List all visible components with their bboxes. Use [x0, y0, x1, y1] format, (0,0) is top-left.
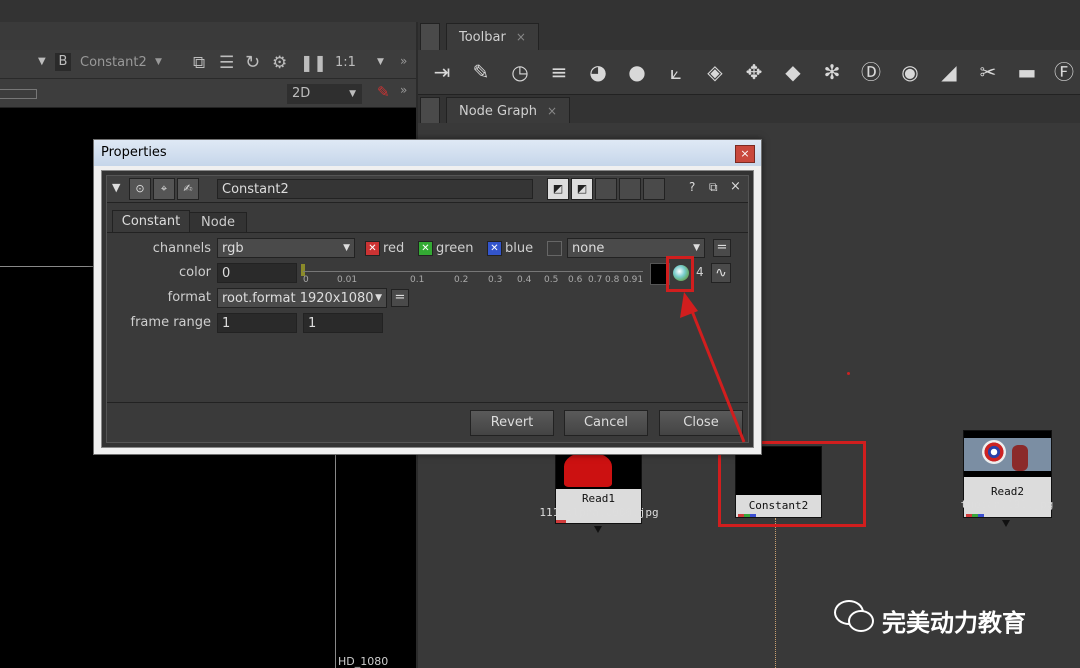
- annotation-arrow: [680, 292, 746, 443]
